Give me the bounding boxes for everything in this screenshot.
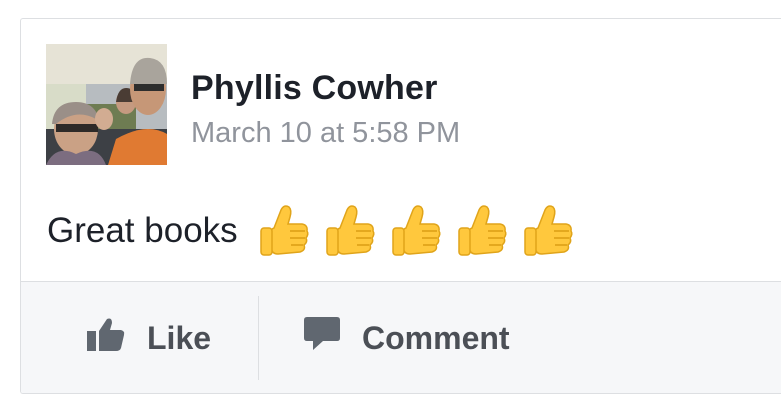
comment-label: Comment (362, 319, 510, 356)
author-name[interactable]: Phyllis Cowher (191, 69, 438, 108)
post-message: Great books (47, 211, 238, 250)
like-label: Like (147, 319, 212, 356)
speech-bubble-icon (304, 317, 340, 359)
action-divider (258, 296, 259, 380)
thumbs-up-icon (518, 202, 576, 260)
thumbs-up-icon (452, 202, 510, 260)
like-button[interactable]: Like (87, 282, 212, 393)
emoji-row (254, 202, 576, 260)
thumbs-up-icon (320, 202, 378, 260)
thumbs-up-icon (254, 202, 312, 260)
avatar-photo (46, 44, 167, 165)
avatar[interactable] (46, 44, 167, 165)
action-bar: Like Comment (21, 281, 781, 393)
post-text-row: Great books (47, 203, 576, 259)
comment-button[interactable]: Comment (304, 282, 510, 393)
thumbs-up-icon (386, 202, 444, 260)
thumbs-up-icon (87, 317, 125, 359)
post-timestamp[interactable]: March 10 at 5:58 PM (191, 117, 460, 150)
post-card: Phyllis Cowher March 10 at 5:58 PM Great… (20, 18, 781, 394)
